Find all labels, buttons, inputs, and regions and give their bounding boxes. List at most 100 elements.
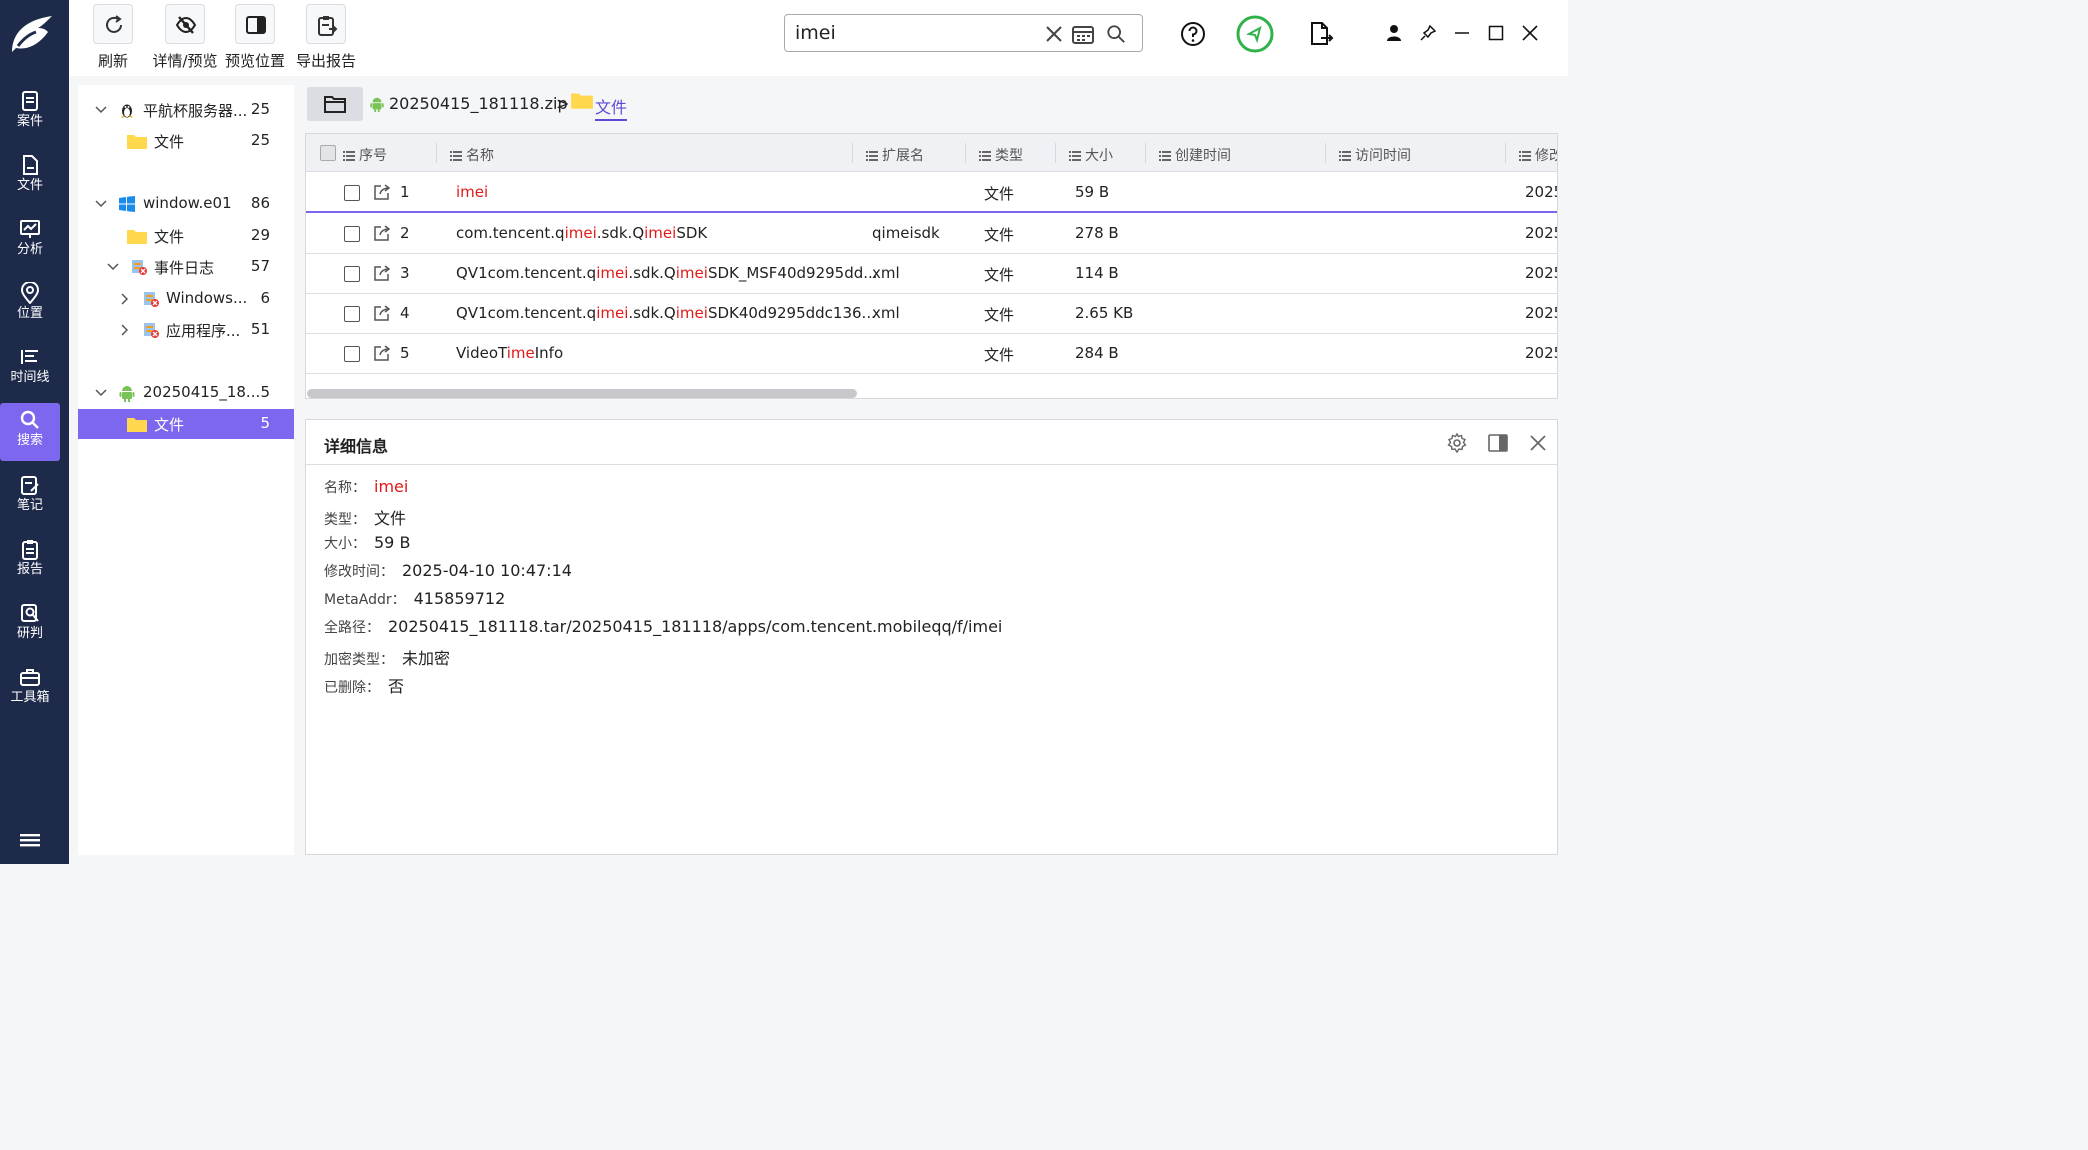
tree-node-android-files[interactable]: 文件 5 (78, 409, 294, 439)
tree-node-count: 51 (250, 320, 270, 338)
row-checkbox[interactable] (344, 346, 360, 362)
open-external-icon[interactable] (372, 343, 392, 363)
chevron-right-icon[interactable] (118, 292, 132, 306)
nav-item-analysis[interactable]: 分析 (0, 212, 60, 270)
tree-node-window-files[interactable]: 文件 29 (78, 221, 294, 251)
table-row[interactable]: 3 QV1com.tencent.qimei.sdk.QimeiSDK_MSF4… (306, 254, 1557, 294)
file-export-icon[interactable] (1307, 20, 1335, 48)
app-logo-icon (12, 16, 52, 52)
col-separator[interactable] (1325, 143, 1326, 163)
nav-item-notes[interactable]: 笔记 (0, 468, 60, 526)
chevron-down-icon[interactable] (94, 197, 108, 211)
user-icon[interactable] (1385, 24, 1403, 42)
open-external-icon[interactable] (372, 303, 392, 323)
table-row[interactable]: 5 VideoTimeInfo 文件 284 B 2025 (306, 334, 1557, 374)
tree-node-windows-log[interactable]: Windows... 6 (78, 284, 294, 314)
col-index[interactable]: 序号 (343, 145, 387, 165)
gear-icon[interactable] (1446, 432, 1468, 454)
tree-node-event-log[interactable]: 事件日志 57 (78, 252, 294, 282)
nav-item-file[interactable]: 文件 (0, 148, 60, 206)
nav-item-timeline[interactable]: 时间线 (0, 340, 60, 398)
tree-node-window[interactable]: window.e01 86 (78, 189, 294, 219)
chevron-right-icon[interactable] (118, 323, 132, 337)
nav-item-case[interactable]: 案件 (0, 84, 60, 142)
col-name[interactable]: 名称 (450, 145, 494, 165)
minimize-icon[interactable] (1453, 24, 1471, 42)
folder-browse-button[interactable] (307, 87, 363, 121)
maximize-icon[interactable] (1487, 24, 1505, 42)
cell-modified: 2025 (1525, 224, 1557, 242)
export-report-button[interactable]: 导出报告 (294, 2, 358, 74)
close-window-icon[interactable] (1521, 24, 1539, 42)
select-all-checkbox[interactable] (320, 145, 336, 161)
breadcrumb-folder[interactable]: 文件 (595, 94, 628, 121)
col-size[interactable]: 大小 (1069, 145, 1113, 165)
nav-item-location[interactable]: 位置 (0, 276, 60, 334)
cell-modified: 2025 (1525, 344, 1557, 362)
help-icon[interactable] (1179, 20, 1207, 48)
nav-item-report[interactable]: 报告 (0, 532, 60, 590)
search-submit-icon[interactable] (1105, 24, 1127, 44)
search-icon (20, 410, 39, 429)
cell-name: QV1com.tencent.qimei.sdk.QimeiSDK40d9295… (456, 304, 876, 322)
preview-position-button[interactable]: 预览位置 (223, 2, 287, 74)
tree-node-app-log[interactable]: 应用程序... 51 (78, 315, 294, 345)
refresh-icon (106, 15, 122, 33)
open-external-icon[interactable] (372, 263, 392, 283)
close-icon[interactable] (1527, 432, 1549, 454)
col-separator[interactable] (965, 143, 966, 163)
row-checkbox[interactable] (344, 185, 360, 201)
cell-size: 2.65 KB (1075, 304, 1134, 322)
tree-node-count: 25 (250, 100, 270, 118)
row-checkbox[interactable] (344, 266, 360, 282)
search-input[interactable] (795, 21, 1035, 45)
clear-icon[interactable] (1044, 24, 1064, 44)
row-checkbox[interactable] (344, 306, 360, 322)
col-separator[interactable] (436, 143, 437, 163)
tree-node-server-files[interactable]: 文件 25 (78, 126, 294, 156)
table-row[interactable]: 2 com.tencent.qimei.sdk.QimeiSDK qimeisd… (306, 214, 1557, 254)
col-type[interactable]: 类型 (979, 145, 1023, 165)
refresh-button[interactable]: 刷新 (91, 2, 135, 74)
detail-preview-button[interactable]: 详情/预览 (149, 2, 221, 74)
col-created[interactable]: 创建时间 (1159, 145, 1231, 165)
pin-icon[interactable] (1419, 24, 1437, 42)
col-modified[interactable]: 修改 (1519, 145, 1557, 165)
chevron-down-icon[interactable] (94, 103, 108, 117)
chevron-down-icon[interactable] (106, 260, 120, 274)
nav-label-file: 文件 (16, 178, 43, 193)
detail-key: MetaAddr： (324, 592, 406, 608)
nav-item-search[interactable]: 搜索 (0, 403, 60, 461)
col-separator[interactable] (1055, 143, 1056, 163)
nav-label-report: 报告 (16, 562, 43, 577)
menu-icon[interactable] (20, 832, 42, 850)
tree-node-android[interactable]: 20250415_18... 5 (78, 378, 294, 408)
open-external-icon[interactable] (372, 223, 392, 243)
judgment-icon (21, 604, 39, 622)
panel-right-icon[interactable] (1487, 432, 1509, 454)
status-icon[interactable] (1236, 15, 1274, 53)
nav-item-toolbox[interactable]: 工具箱 (0, 660, 60, 718)
nav-item-judgment[interactable]: 研判 (0, 596, 60, 654)
list-icon (1519, 151, 1531, 161)
source-tree: 平航杯服务器... 25 文件 25 window.e01 86 文件 29 事… (78, 85, 294, 855)
open-external-icon[interactable] (372, 182, 392, 202)
cell-index: 3 (400, 264, 410, 282)
col-separator[interactable] (852, 143, 853, 163)
table-row[interactable]: 1 imei 文件 59 B 2025 (306, 173, 1557, 213)
breadcrumb-zip[interactable]: 20250415_181118.zip (389, 94, 568, 113)
row-checkbox[interactable] (344, 226, 360, 242)
tree-node-server[interactable]: 平航杯服务器... 25 (78, 95, 294, 125)
col-ext[interactable]: 扩展名 (866, 145, 924, 165)
chevron-down-icon[interactable] (94, 386, 108, 400)
horizontal-scrollbar[interactable] (307, 389, 857, 398)
table-row[interactable]: 4 QV1com.tencent.qimei.sdk.QimeiSDK40d92… (306, 294, 1557, 334)
tree-node-count: 6 (260, 289, 270, 307)
detail-value: 文件 (374, 509, 407, 528)
col-separator[interactable] (1505, 143, 1506, 163)
col-separator[interactable] (1145, 143, 1146, 163)
tree-node-label: 应用程序... (166, 322, 241, 340)
detail-meta-row: MetaAddr： 415859712 (324, 589, 505, 609)
calendar-icon[interactable] (1071, 24, 1095, 44)
col-accessed[interactable]: 访问时间 (1339, 145, 1411, 165)
